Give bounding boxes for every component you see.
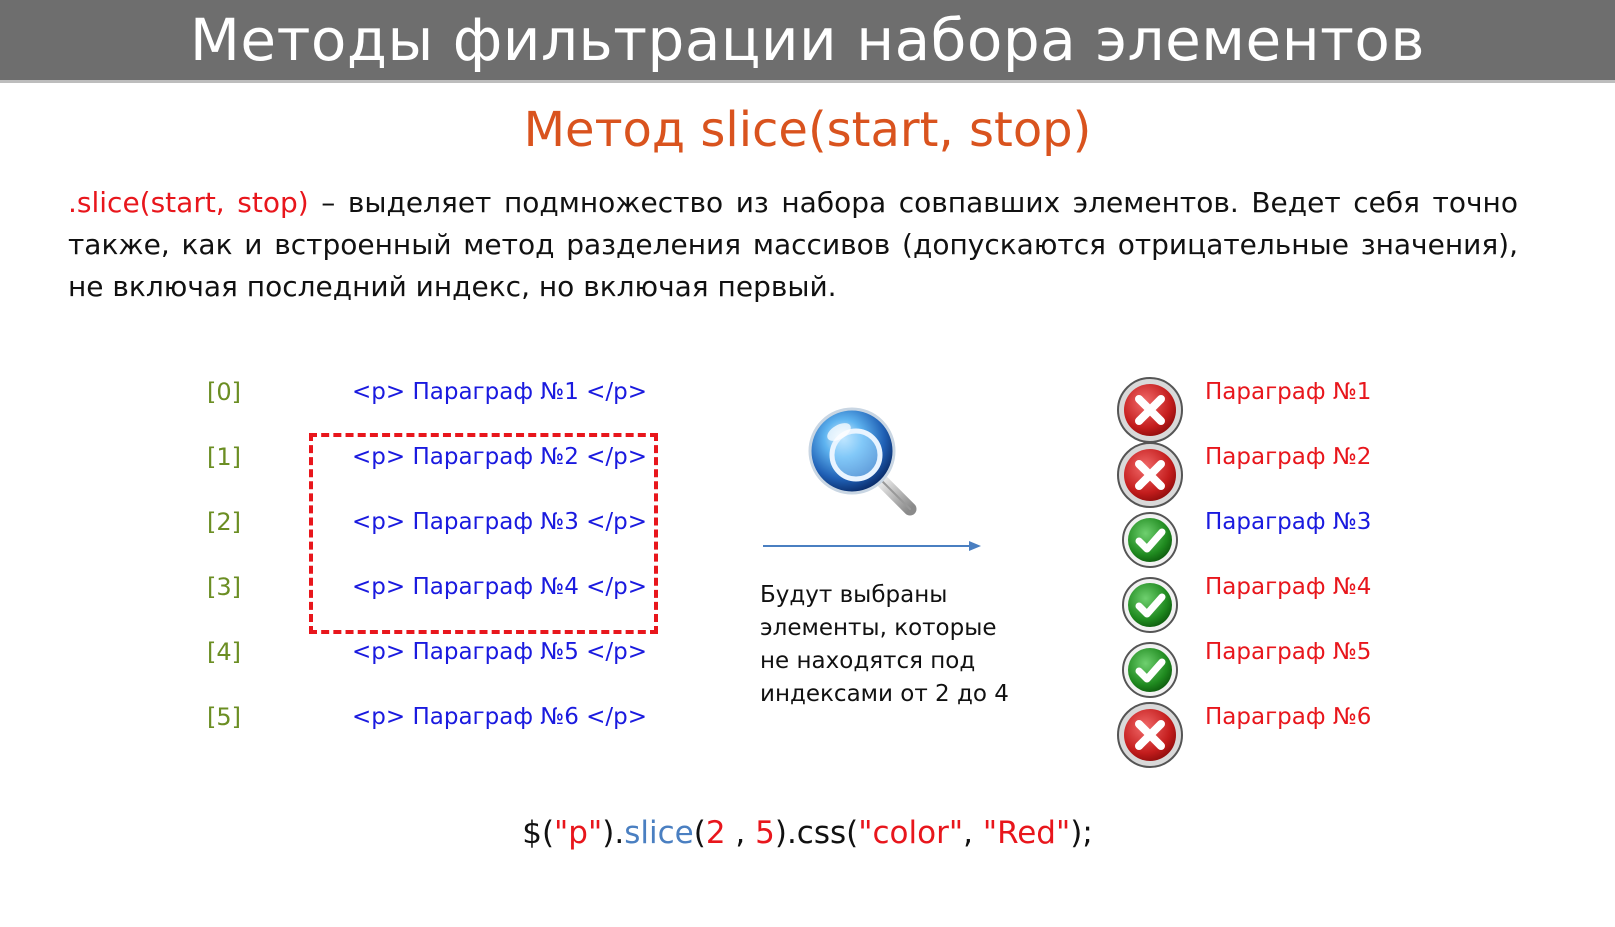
slide-title: Методы фильтрации набора элементов [189, 6, 1426, 74]
cross-icon [1115, 375, 1185, 445]
code-example: $("p").slice(2 , 5).css("color", "Red"); [522, 815, 1093, 851]
arrow-right-icon [763, 541, 981, 551]
check-icon [1115, 635, 1185, 705]
index-label: [4] [207, 638, 241, 666]
result-label: Параграф №6 [1205, 704, 1372, 730]
title-bar: Методы фильтрации набора элементов [0, 0, 1615, 83]
index-label: [3] [207, 573, 241, 601]
index-label: [0] [207, 378, 241, 406]
result-label: Параграф №5 [1205, 639, 1372, 665]
check-icon [1115, 505, 1185, 575]
result-label: Параграф №1 [1205, 379, 1372, 405]
cross-icon [1115, 700, 1185, 770]
selection-note: Будут выбраны элементы, которые не наход… [760, 582, 1009, 707]
cross-icon [1115, 440, 1185, 510]
index-label: [1] [207, 443, 241, 471]
method-description: .slice(start, stop) – выделяет подмножес… [68, 182, 1518, 308]
result-label: Параграф №4 [1205, 574, 1372, 600]
result-label: Параграф №2 [1205, 444, 1372, 470]
magnifier-icon [808, 407, 917, 516]
index-label: [2] [207, 508, 241, 536]
index-label: [5] [207, 703, 241, 731]
paragraph-code-line: <p> Параграф №6 </p> [352, 704, 648, 730]
result-label: Параграф №3 [1205, 509, 1372, 535]
slide-subtitle: Метод slice(start, stop) [523, 102, 1092, 158]
check-icon [1115, 570, 1185, 640]
paragraph-code-line: <p> Параграф №5 </p> [352, 639, 648, 665]
paragraph-code-line: <p> Параграф №1 </p> [352, 379, 648, 405]
excluded-range-box [309, 433, 658, 634]
method-keyword: .slice(start, stop) [68, 186, 309, 219]
